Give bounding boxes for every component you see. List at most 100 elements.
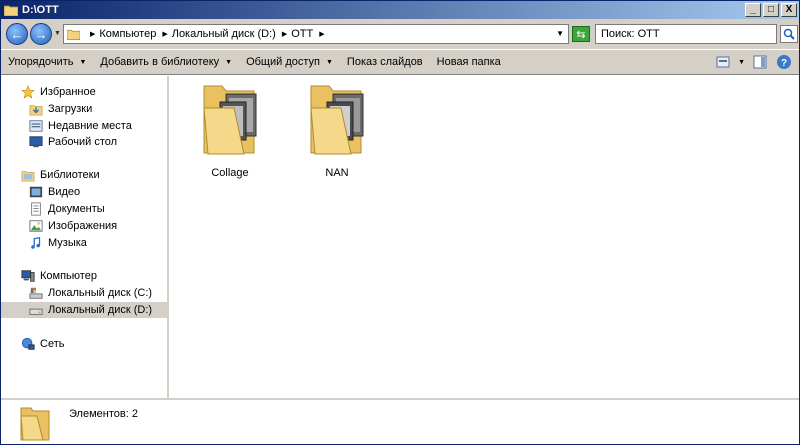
downloads-icon (29, 105, 43, 116)
nav-label: Видео (48, 186, 81, 198)
nav-label: Музыка (48, 237, 87, 249)
search-input[interactable]: Поиск: OTT (595, 24, 777, 44)
network-icon (21, 337, 35, 350)
nav-favorites[interactable]: Избранное (1, 84, 167, 100)
new-folder-button[interactable]: Новая папка (430, 51, 508, 73)
desktop-icon (29, 136, 43, 148)
title-bar[interactable]: D:\OTT _ □ X (1, 1, 799, 19)
nav-label: Рабочий стол (48, 136, 118, 148)
history-dropdown-icon[interactable]: ▼ (54, 30, 61, 37)
nav-computer[interactable]: Компьютер (1, 268, 167, 284)
breadcrumb-label: Компьютер (99, 28, 157, 40)
details-pane: Элементов: 2 (1, 398, 799, 444)
folder-icon (20, 407, 50, 441)
add-to-library-label: Добавить в библиотеку (100, 56, 220, 68)
folder-icon (203, 85, 257, 155)
forward-button[interactable]: → (30, 23, 52, 45)
folder-nan[interactable]: NAN (287, 80, 387, 179)
refresh-button[interactable]: ⇆ (572, 26, 590, 42)
help-button[interactable]: ? (775, 53, 793, 71)
new-folder-label: Новая папка (436, 56, 501, 68)
back-button[interactable]: ← (6, 23, 28, 45)
drive-icon (29, 308, 43, 315)
folder-icon (4, 5, 18, 16)
window-title: D:\OTT (22, 4, 59, 16)
address-row: ← → ▼ ▶ Компьютер ▶ Локальный диск (D:) … (1, 19, 799, 49)
libraries-icon (21, 171, 35, 182)
breadcrumb-label: OTT (291, 28, 314, 40)
refresh-icon: ⇆ (576, 28, 586, 41)
chevron-right-icon: ▶ (281, 31, 288, 38)
breadcrumb-ott[interactable]: ▶ OTT ▶ (282, 28, 329, 40)
search-button[interactable] (780, 25, 798, 43)
nav-label: Локальный диск (C:) (48, 287, 153, 299)
system-drive-icon (29, 287, 43, 299)
nav-downloads[interactable]: Загрузки (1, 101, 167, 117)
view-icon (716, 56, 730, 68)
nav-disk-c[interactable]: Локальный диск (C:) (1, 285, 167, 301)
address-dropdown-icon[interactable]: ▼ (556, 29, 564, 38)
nav-desktop[interactable]: Рабочий стол (1, 134, 167, 150)
share-button[interactable]: Общий доступ ▼ (239, 51, 340, 73)
breadcrumb-computer[interactable]: ▶ Компьютер (90, 28, 156, 40)
command-bar: Упорядочить ▼ Добавить в библиотеку ▼ Об… (1, 49, 799, 75)
folder-icon (67, 29, 80, 40)
view-dropdown-icon[interactable]: ▼ (738, 59, 745, 66)
search-placeholder: Поиск: OTT (601, 28, 660, 40)
nav-label: Документы (48, 203, 105, 215)
chevron-right-icon: ▶ (90, 31, 96, 38)
nav-images[interactable]: Изображения (1, 218, 167, 234)
close-button[interactable]: X (781, 3, 797, 17)
nav-label: Компьютер (40, 270, 97, 282)
nav-music[interactable]: Музыка (1, 235, 167, 251)
arrow-right-icon: → (34, 26, 48, 42)
chevron-right-icon: ▶ (162, 31, 168, 38)
minimize-button[interactable]: _ (745, 3, 761, 17)
nav-label: Загрузки (48, 103, 93, 115)
nav-label: Изображения (48, 220, 118, 232)
item-count: Элементов: 2 (69, 408, 138, 420)
nav-label: Недавние места (48, 120, 132, 132)
navigation-pane: Избранное Загрузки Недавние места Рабочи… (1, 76, 169, 398)
video-icon (29, 186, 43, 198)
folder-icon (310, 85, 364, 155)
slideshow-label: Показ слайдов (346, 56, 423, 68)
nav-network[interactable]: Сеть (1, 336, 167, 352)
dropdown-arrow-icon: ▼ (225, 58, 233, 66)
nav-disk-d[interactable]: Локальный диск (D:) (1, 302, 167, 318)
breadcrumb-disk-d[interactable]: ▶ Локальный диск (D:) (162, 28, 276, 40)
maximize-button[interactable]: □ (763, 3, 779, 17)
nav-recent-places[interactable]: Недавние места (1, 118, 167, 134)
explorer-window: D:\OTT _ □ X ← → ▼ ▶ Компьютер ▶ Локальн… (0, 0, 800, 445)
dropdown-arrow-icon: ▼ (79, 58, 87, 66)
folder-collage[interactable]: Collage (180, 80, 280, 179)
file-list[interactable]: Collage NAN (171, 76, 799, 398)
music-icon (31, 236, 41, 249)
documents-icon (31, 202, 41, 216)
organize-label: Упорядочить (8, 56, 74, 68)
slideshow-button[interactable]: Показ слайдов (340, 51, 430, 73)
view-options-button[interactable] (714, 53, 732, 71)
svg-text:?: ? (781, 58, 787, 69)
nav-label: Локальный диск (D:) (48, 304, 153, 316)
chevron-right-icon[interactable]: ▶ (319, 30, 324, 38)
arrow-left-icon: ← (10, 26, 24, 42)
star-icon (21, 85, 35, 99)
share-label: Общий доступ (246, 56, 320, 68)
images-icon (29, 220, 43, 232)
recent-places-icon (29, 120, 43, 132)
nav-label: Сеть (40, 338, 65, 350)
nav-label: Библиотеки (40, 169, 100, 181)
nav-libraries[interactable]: Библиотеки (1, 167, 167, 183)
nav-video[interactable]: Видео (1, 184, 167, 200)
nav-label: Избранное (40, 86, 96, 98)
address-bar[interactable]: ▶ Компьютер ▶ Локальный диск (D:) ▶ OTT … (63, 24, 569, 44)
organize-button[interactable]: Упорядочить ▼ (1, 51, 93, 73)
preview-pane-button[interactable] (751, 53, 769, 71)
nav-documents[interactable]: Документы (1, 201, 167, 217)
dropdown-arrow-icon: ▼ (325, 58, 333, 66)
search-icon (783, 28, 795, 40)
preview-pane-icon (753, 55, 767, 69)
add-to-library-button[interactable]: Добавить в библиотеку ▼ (93, 51, 239, 73)
breadcrumb-label: Локальный диск (D:) (171, 28, 276, 40)
